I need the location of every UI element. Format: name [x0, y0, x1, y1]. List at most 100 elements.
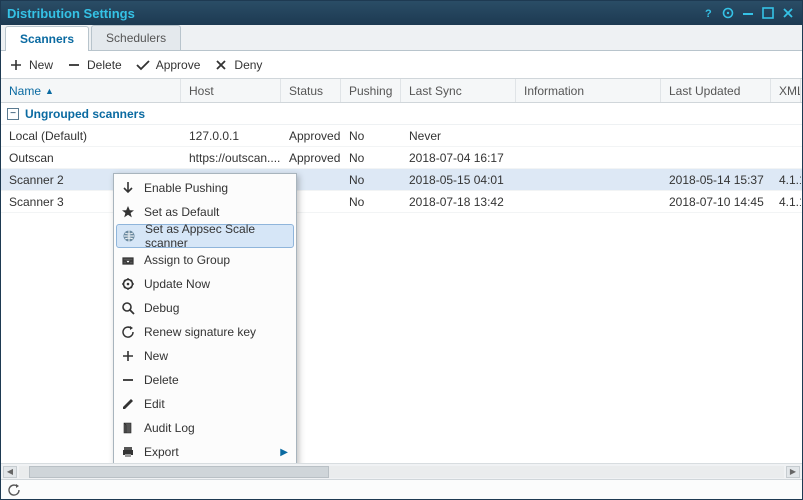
globe-icon	[119, 226, 139, 246]
new-button[interactable]: New	[9, 58, 53, 72]
cell-xml	[771, 125, 801, 146]
approve-label: Approve	[156, 58, 201, 72]
col-host[interactable]: Host	[181, 79, 281, 102]
ctx-assign-group[interactable]: Assign to Group	[114, 248, 296, 272]
cell-lastupdated: 2018-07-10 14:45	[661, 191, 771, 212]
approve-button[interactable]: Approve	[136, 58, 201, 72]
new-label: New	[29, 58, 53, 72]
printer-icon	[118, 442, 138, 462]
ctx-renew-key[interactable]: Renew signature key	[114, 320, 296, 344]
col-lastsync[interactable]: Last Sync	[401, 79, 516, 102]
minus-icon	[67, 58, 81, 72]
cell-pushing: No	[341, 125, 401, 146]
col-pushing[interactable]: Pushing	[341, 79, 401, 102]
cell-lastsync: 2018-07-04 16:17	[401, 147, 516, 168]
tab-scanners[interactable]: Scanners	[5, 26, 89, 51]
star-icon	[118, 202, 138, 222]
cell-lastsync: 2018-05-15 04:01	[401, 169, 516, 190]
cell-host: 127.0.0.1	[181, 125, 281, 146]
close-icon[interactable]	[780, 5, 796, 21]
col-status[interactable]: Status	[281, 79, 341, 102]
plus-icon	[9, 58, 23, 72]
window-title: Distribution Settings	[7, 6, 696, 21]
tab-schedulers-label: Schedulers	[106, 31, 166, 45]
magnifier-icon	[118, 298, 138, 318]
ctx-debug[interactable]: Debug	[114, 296, 296, 320]
cell-xml: 4.1.1	[771, 169, 801, 190]
cell-info	[516, 125, 661, 146]
col-information[interactable]: Information	[516, 79, 661, 102]
cell-pushing: No	[341, 169, 401, 190]
col-lastupdated[interactable]: Last Updated	[661, 79, 771, 102]
cell-pushing: No	[341, 147, 401, 168]
scroll-track[interactable]	[19, 466, 784, 478]
cell-name: Outscan	[1, 147, 181, 168]
col-name[interactable]: Name	[1, 79, 181, 102]
minus-icon	[118, 370, 138, 390]
distribution-settings-window: Distribution Settings ? Scanners Schedul…	[0, 0, 803, 500]
cell-info	[516, 147, 661, 168]
help-icon[interactable]: ?	[700, 5, 716, 21]
cell-info	[516, 191, 661, 212]
ctx-update-now[interactable]: Update Now	[114, 272, 296, 296]
scroll-thumb[interactable]	[29, 466, 329, 478]
delete-button[interactable]: Delete	[67, 58, 122, 72]
tab-scanners-label: Scanners	[20, 32, 74, 46]
book-icon	[118, 418, 138, 438]
tab-schedulers[interactable]: Schedulers	[91, 25, 181, 50]
cell-name: Local (Default)	[1, 125, 181, 146]
refresh-icon[interactable]	[7, 483, 21, 497]
collapse-icon[interactable]: −	[7, 108, 19, 120]
group-label: Ungrouped scanners	[25, 107, 145, 121]
col-xml[interactable]: XML	[771, 79, 801, 102]
context-menu: Enable Pushing Set as Default Set as App…	[113, 173, 297, 463]
grid-body: − Ungrouped scanners Local (Default) 127…	[1, 103, 802, 463]
gear-icon	[118, 274, 138, 294]
group-row[interactable]: − Ungrouped scanners	[1, 103, 802, 125]
ctx-delete[interactable]: Delete	[114, 368, 296, 392]
cell-host: https://outscan....	[181, 147, 281, 168]
cell-info	[516, 169, 661, 190]
table-row[interactable]: Outscan https://outscan.... Approved No …	[1, 147, 802, 169]
ctx-set-default[interactable]: Set as Default	[114, 200, 296, 224]
horizontal-scrollbar[interactable]: ◀ ▶	[1, 463, 802, 479]
cell-xml: 4.1.1	[771, 191, 801, 212]
cell-lastupdated: 2018-05-14 15:37	[661, 169, 771, 190]
deny-button[interactable]: Deny	[214, 58, 262, 72]
settings-icon[interactable]	[720, 5, 736, 21]
status-bar	[1, 479, 802, 499]
grid-header: Name Host Status Pushing Last Sync Infor…	[1, 79, 802, 103]
table-row[interactable]: Local (Default) 127.0.0.1 Approved No Ne…	[1, 125, 802, 147]
refresh-icon	[118, 322, 138, 342]
x-icon	[214, 58, 228, 72]
svg-text:?: ?	[705, 8, 712, 19]
arrow-down-icon	[118, 178, 138, 198]
delete-label: Delete	[87, 58, 122, 72]
plus-icon	[118, 346, 138, 366]
cell-lastupdated	[661, 125, 771, 146]
pencil-icon	[118, 394, 138, 414]
chevron-right-icon: ▶	[280, 447, 288, 458]
maximize-icon[interactable]	[760, 5, 776, 21]
tab-bar: Scanners Schedulers	[1, 25, 802, 51]
cell-status: Approved	[281, 147, 341, 168]
ctx-export[interactable]: Export ▶	[114, 440, 296, 463]
ctx-audit-log[interactable]: Audit Log	[114, 416, 296, 440]
cell-xml	[771, 147, 801, 168]
cell-lastsync: Never	[401, 125, 516, 146]
ctx-new[interactable]: New	[114, 344, 296, 368]
tray-icon	[118, 250, 138, 270]
scanners-grid: Name Host Status Pushing Last Sync Infor…	[1, 79, 802, 479]
deny-label: Deny	[234, 58, 262, 72]
minimize-icon[interactable]	[740, 5, 756, 21]
ctx-enable-pushing[interactable]: Enable Pushing	[114, 176, 296, 200]
toolbar: New Delete Approve Deny	[1, 51, 802, 79]
scroll-left-button[interactable]: ◀	[3, 466, 17, 478]
titlebar: Distribution Settings ?	[1, 1, 802, 25]
ctx-set-appsec[interactable]: Set as Appsec Scale scanner	[116, 224, 294, 248]
scroll-right-button[interactable]: ▶	[786, 466, 800, 478]
ctx-edit[interactable]: Edit	[114, 392, 296, 416]
cell-lastupdated	[661, 147, 771, 168]
check-icon	[136, 58, 150, 72]
cell-pushing: No	[341, 191, 401, 212]
